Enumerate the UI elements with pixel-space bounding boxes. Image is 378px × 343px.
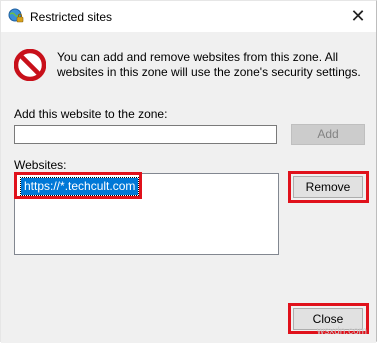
globe-lock-icon <box>8 8 24 23</box>
zone-description: You can add and remove websites from thi… <box>57 50 361 79</box>
title-bar: Restricted sites ✕ <box>1 1 376 32</box>
watermark: wsxdn.com <box>316 326 367 337</box>
website-input[interactable] <box>14 125 277 144</box>
remove-button[interactable]: Remove <box>293 176 363 198</box>
websites-list[interactable]: https://*.techcult.com <box>14 173 279 255</box>
list-item[interactable]: https://*.techcult.com <box>19 177 140 196</box>
close-window-button[interactable]: ✕ <box>345 5 371 27</box>
close-icon: ✕ <box>350 6 366 26</box>
add-button[interactable]: Add <box>291 124 365 145</box>
window-title: Restricted sites <box>30 10 113 24</box>
add-website-label: Add this website to the zone: <box>14 107 168 121</box>
no-entry-icon <box>14 49 46 81</box>
websites-label: Websites: <box>14 158 67 172</box>
restricted-sites-dialog: Restricted sites ✕ You can add and remov… <box>0 0 377 343</box>
